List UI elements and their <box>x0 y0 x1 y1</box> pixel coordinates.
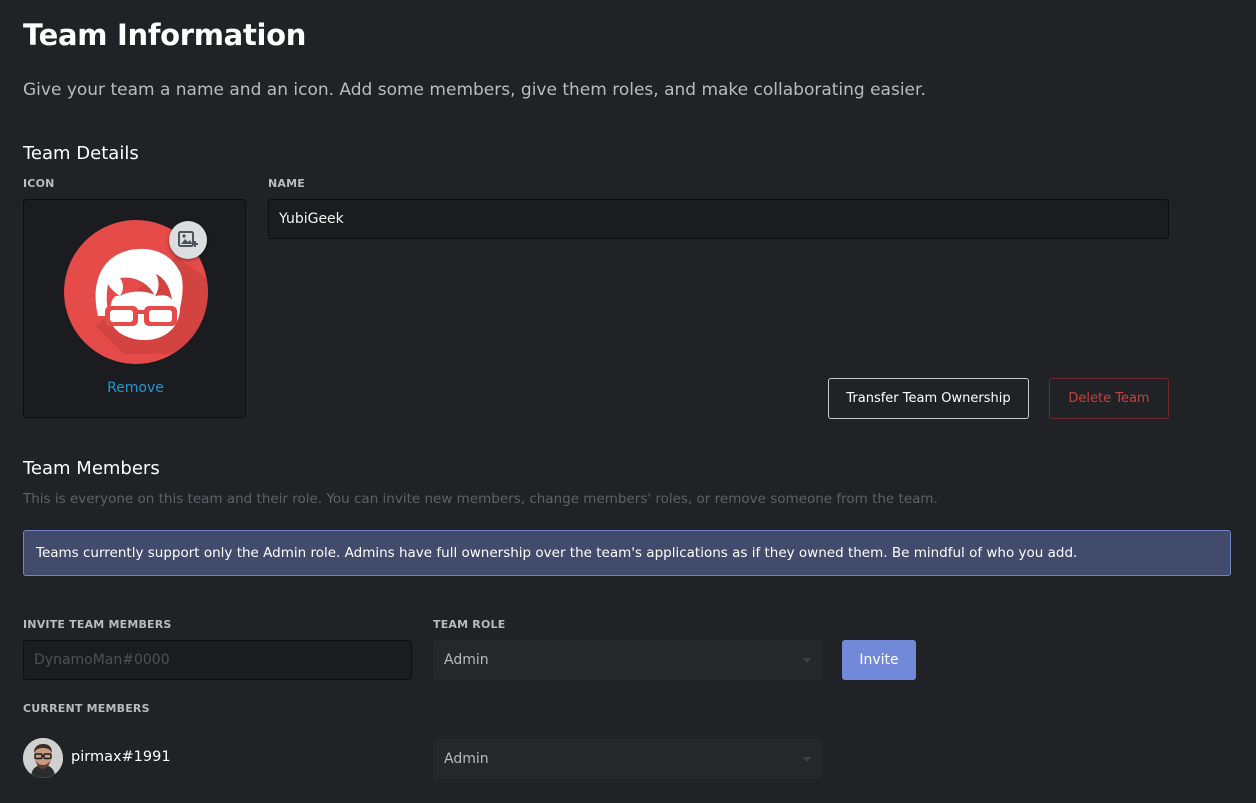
team-role-label: TEAM ROLE <box>433 618 506 631</box>
invite-role-select[interactable]: Admin <box>433 640 822 680</box>
team-name-input[interactable] <box>268 199 1169 239</box>
delete-team-button[interactable]: Delete Team <box>1049 378 1169 419</box>
remove-icon-link[interactable]: Remove <box>24 380 247 396</box>
avatar <box>23 738 63 778</box>
admin-role-notice: Teams currently support only the Admin r… <box>23 530 1231 576</box>
image-add-icon <box>178 231 198 247</box>
member-name: pirmax#1991 <box>71 749 171 765</box>
upload-icon-button[interactable] <box>169 221 207 259</box>
chevron-down-icon <box>803 757 811 762</box>
invite-button[interactable]: Invite <box>842 640 916 680</box>
member-role-select[interactable]: Admin <box>433 739 822 779</box>
invite-role-value: Admin <box>444 652 489 668</box>
admin-role-notice-text: Teams currently support only the Admin r… <box>36 545 1078 561</box>
team-details-heading: Team Details <box>23 143 139 164</box>
team-members-description: This is everyone on this team and their … <box>23 491 938 507</box>
team-members-heading: Team Members <box>23 458 160 479</box>
invite-members-label: INVITE TEAM MEMBERS <box>23 618 172 631</box>
team-information-page: Team Information Give your team a name a… <box>0 0 1256 803</box>
team-icon-uploader[interactable]: Remove <box>23 199 246 418</box>
invite-member-input[interactable] <box>23 640 412 680</box>
member-role-value: Admin <box>444 751 489 767</box>
name-label: NAME <box>268 177 305 190</box>
user-avatar-icon <box>23 738 63 778</box>
icon-label: ICON <box>23 177 55 190</box>
transfer-ownership-button[interactable]: Transfer Team Ownership <box>828 378 1029 419</box>
chevron-down-icon <box>803 658 811 663</box>
page-subtitle: Give your team a name and an icon. Add s… <box>23 80 926 100</box>
page-title: Team Information <box>23 18 307 52</box>
current-members-label: CURRENT MEMBERS <box>23 702 150 715</box>
